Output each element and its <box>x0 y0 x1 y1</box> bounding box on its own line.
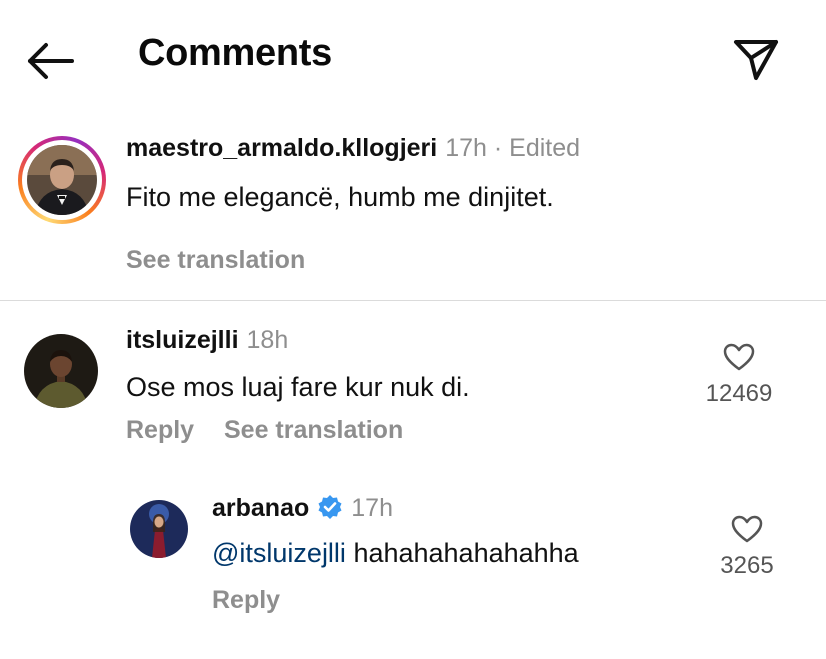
verified-badge-icon <box>318 495 342 519</box>
timestamp: 18h <box>246 326 289 354</box>
comment-item: itsluizejlli 18h Ose mos luaj fare kur nu… <box>0 318 826 458</box>
avatar[interactable] <box>24 334 98 408</box>
like-count: 12469 <box>705 380 773 407</box>
timestamp: 17h · Edited <box>445 134 581 162</box>
page-title: Comments <box>138 32 332 74</box>
share-button[interactable] <box>732 36 780 84</box>
story-ring[interactable] <box>18 136 106 224</box>
post-caption: maestro_armaldo.kllogjeri 17h · Edited Fi… <box>0 120 826 300</box>
reply-text: hahahahahahahha <box>345 538 579 568</box>
reply-button[interactable]: Reply <box>212 586 280 615</box>
like-button[interactable]: 12469 <box>694 342 784 408</box>
back-button[interactable] <box>22 38 78 84</box>
timestamp: 17h <box>351 494 393 522</box>
comment-text: Ose mos luaj fare kur nuk di. <box>126 372 470 402</box>
heart-outline-icon <box>723 343 755 371</box>
reply-item: arbanao 17h @itsluizejlli hahahahahahahh… <box>0 490 826 630</box>
reply-button[interactable]: Reply <box>126 416 194 445</box>
see-translation-button[interactable]: See translation <box>126 246 305 275</box>
divider <box>0 300 826 301</box>
see-translation-button[interactable]: See translation <box>224 416 403 445</box>
caption-text: Fito me elegancë, humb me dinjitet. <box>126 182 554 212</box>
paper-plane-icon <box>734 40 778 80</box>
arrow-left-icon <box>28 43 74 79</box>
username[interactable]: arbanao <box>212 494 309 522</box>
username[interactable]: itsluizejlli <box>126 326 239 354</box>
avatar <box>27 145 97 215</box>
like-count: 3265 <box>720 552 774 579</box>
header-bar: Comments <box>0 0 826 118</box>
comment-text: @itsluizejlli hahahahahahahha <box>212 538 579 569</box>
like-button[interactable]: 3265 <box>702 514 792 580</box>
heart-outline-icon <box>731 515 763 543</box>
mention-link[interactable]: @itsluizejlli <box>212 538 346 568</box>
username[interactable]: maestro_armaldo.kllogjeri <box>126 134 437 162</box>
avatar[interactable] <box>130 500 188 558</box>
